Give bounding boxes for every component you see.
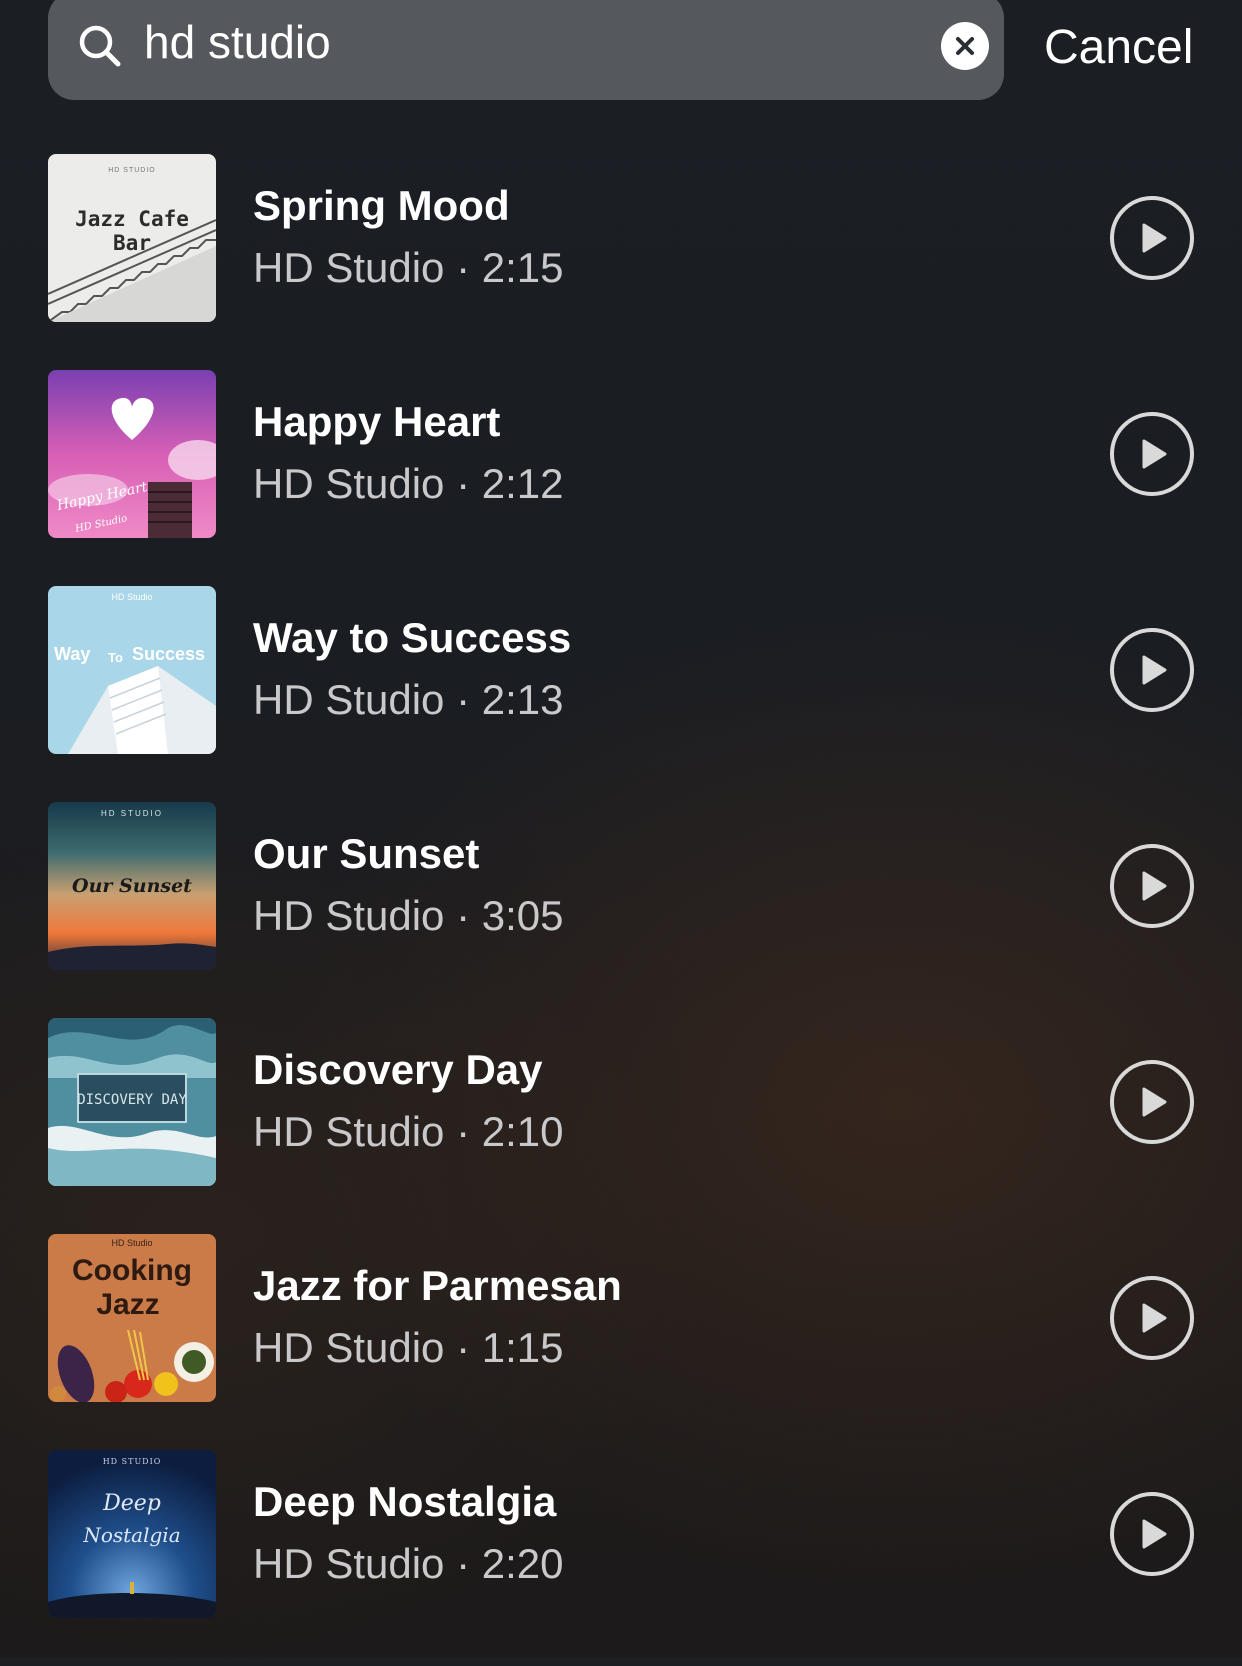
play-button[interactable] xyxy=(1109,627,1195,713)
song-artist-duration: HD Studio · 2:15 xyxy=(253,244,564,291)
search-results-list: HD STUDIO Jazz Cafe Bar Spring Mood HD S… xyxy=(0,154,1242,1666)
list-item[interactable]: HD Studio Way To Success Way to Success … xyxy=(0,586,1242,754)
search-input[interactable] xyxy=(144,10,844,74)
cover-label: HD STUDIO xyxy=(101,809,163,818)
album-cover: HD Studio Way To Success xyxy=(48,586,216,754)
cancel-button[interactable]: Cancel xyxy=(1044,18,1193,78)
song-title: Our Sunset xyxy=(253,830,480,877)
cover-title-line: Our Sunset xyxy=(72,875,192,897)
list-item[interactable]: HD Studio Cooking Jazz Jazz for Parmesan… xyxy=(0,1234,1242,1402)
album-cover: HD STUDIO Our Sunset xyxy=(48,802,216,970)
clear-search-button[interactable] xyxy=(941,22,989,70)
play-icon xyxy=(1142,223,1167,253)
play-icon xyxy=(1142,439,1167,469)
cover-title-line: Success xyxy=(132,644,205,664)
album-cover: Happy Heart HD Studio xyxy=(48,370,216,538)
search-icon xyxy=(79,25,121,67)
cover-title-line: Cooking xyxy=(72,1254,192,1287)
cover-label: HD STUDIO xyxy=(103,1457,162,1466)
album-cover: DISCOVERY DAY xyxy=(48,1018,216,1186)
play-button[interactable] xyxy=(1109,411,1195,497)
list-item[interactable]: DISCOVERY DAY Discovery Day HD Studio · … xyxy=(0,1018,1242,1186)
album-cover: HD STUDIO Jazz Cafe Bar xyxy=(48,154,216,322)
album-cover: HD STUDIO Deep Nostalgia xyxy=(48,1450,216,1618)
cover-label: HD STUDIO xyxy=(108,167,156,174)
list-item[interactable]: HD STUDIO Jazz Cafe Bar Spring Mood HD S… xyxy=(0,154,1242,322)
close-icon xyxy=(956,37,974,55)
list-item[interactable]: Happy Heart HD Studio Happy Heart HD Stu… xyxy=(0,370,1242,538)
cover-title-line: Jazz Cafe xyxy=(75,207,189,231)
cover-label: HD Studio xyxy=(111,1238,152,1248)
play-icon xyxy=(1142,1087,1167,1117)
cover-label: HD Studio xyxy=(111,592,152,602)
cover-title-line: Jazz xyxy=(96,1288,159,1321)
cover-title-line: Nostalgia xyxy=(82,1523,180,1547)
song-artist-duration: HD Studio · 2:12 xyxy=(253,460,564,507)
cover-title-line: To xyxy=(108,650,123,665)
song-title: Discovery Day xyxy=(253,1046,543,1093)
play-icon xyxy=(1142,871,1167,901)
search-bar[interactable] xyxy=(48,0,1004,100)
song-artist-duration: HD Studio · 2:20 xyxy=(253,1540,564,1587)
play-button[interactable] xyxy=(1109,1059,1195,1145)
play-icon xyxy=(1142,1519,1167,1549)
song-artist-duration: HD Studio · 3:05 xyxy=(253,892,564,939)
cover-title-line: Way xyxy=(54,644,90,664)
song-artist-duration: HD Studio · 2:13 xyxy=(253,676,564,723)
song-title: Jazz for Parmesan xyxy=(253,1262,622,1309)
album-cover: HD Studio Cooking Jazz xyxy=(48,1234,216,1402)
play-icon xyxy=(1142,1303,1167,1333)
song-artist-duration: HD Studio · 2:10 xyxy=(253,1108,564,1155)
play-button[interactable] xyxy=(1109,195,1195,281)
play-button[interactable] xyxy=(1109,1491,1195,1577)
song-artist-duration: HD Studio · 1:15 xyxy=(253,1324,564,1371)
cover-title-line: DISCOVERY DAY xyxy=(77,1092,187,1108)
play-icon xyxy=(1142,655,1167,685)
list-item[interactable]: HD STUDIO Deep Nostalgia Deep Nostalgia … xyxy=(0,1450,1242,1618)
play-button[interactable] xyxy=(1109,843,1195,929)
song-title: Way to Success xyxy=(253,614,572,661)
list-item[interactable]: HD STUDIO Our Sunset Our Sunset HD Studi… xyxy=(0,802,1242,970)
song-title: Deep Nostalgia xyxy=(253,1478,557,1525)
play-button[interactable] xyxy=(1109,1275,1195,1361)
song-title: Spring Mood xyxy=(253,182,510,229)
song-title: Happy Heart xyxy=(253,398,501,445)
cover-title-line: Deep xyxy=(102,1491,161,1516)
